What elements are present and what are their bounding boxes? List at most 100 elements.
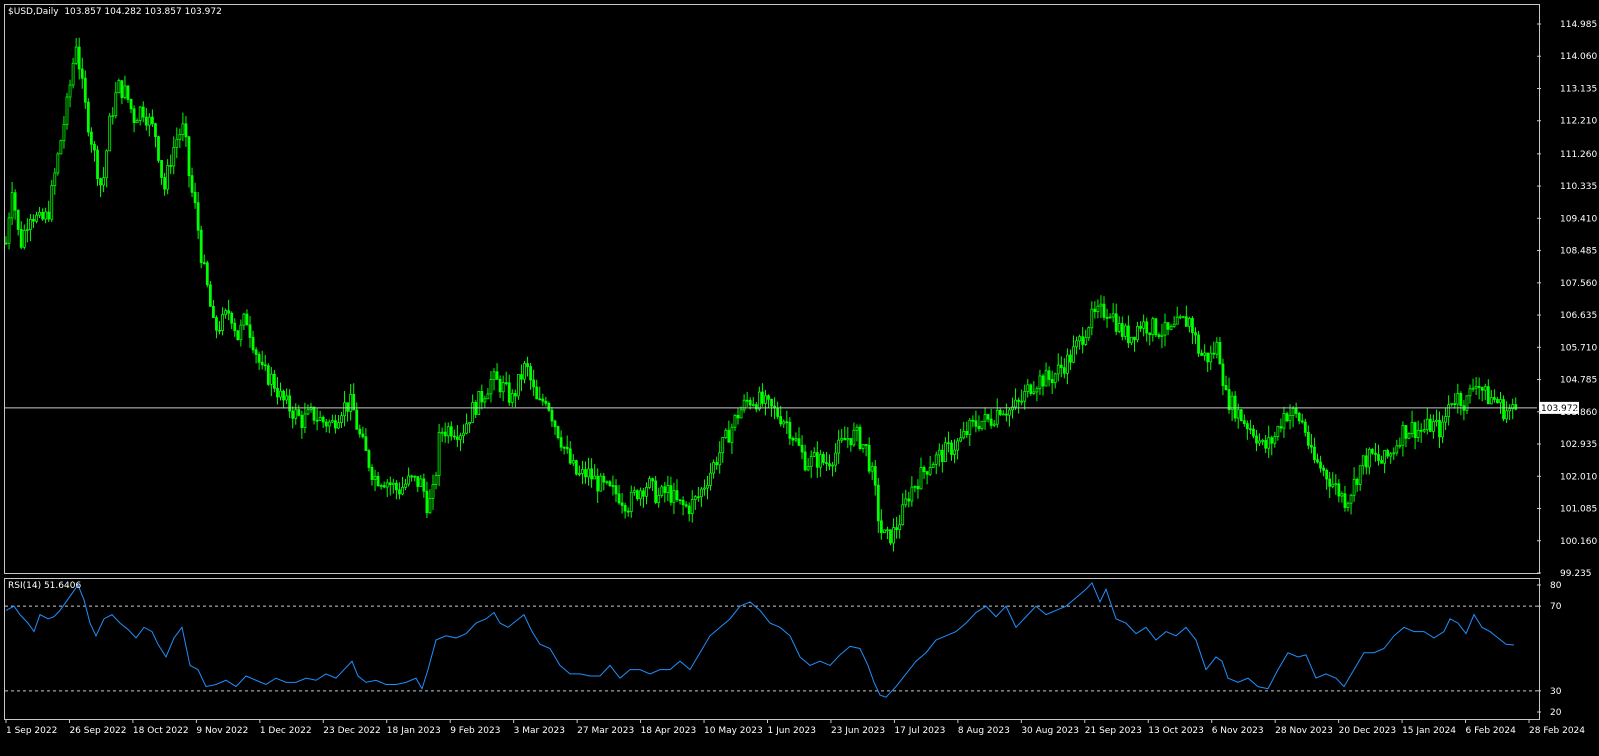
candle-body	[803, 451, 807, 471]
candle-body	[154, 123, 157, 138]
candle-body	[992, 423, 996, 426]
candle-body	[65, 96, 69, 125]
candle-body	[1355, 478, 1359, 485]
time-tick-label: 3 Mar 2023	[514, 726, 565, 736]
candle-body	[791, 437, 795, 441]
candle-body	[678, 499, 682, 502]
candle-body	[883, 529, 886, 534]
price-tick-label: 106.635	[1560, 311, 1597, 321]
candle-body	[492, 371, 496, 381]
candle-body	[879, 520, 883, 534]
candle-body	[1361, 455, 1365, 467]
candle-body	[83, 77, 87, 103]
candle-body	[1316, 459, 1319, 463]
candle-body	[410, 475, 414, 478]
candle-body	[1297, 412, 1301, 422]
candle-body	[333, 420, 337, 429]
candle-body	[343, 402, 346, 417]
candle-body	[1285, 413, 1289, 422]
rsi-axis: 80 70 30 20	[1537, 581, 1562, 718]
price-tick-label: 102.010	[1560, 472, 1597, 482]
candle-body	[242, 313, 246, 326]
candle-body	[806, 466, 810, 471]
time-tick-label: 8 Aug 2023	[958, 726, 1010, 736]
candle-body	[129, 99, 133, 110]
candle-body	[1072, 346, 1075, 363]
candle-body	[843, 437, 847, 441]
candle-body	[785, 421, 789, 424]
candle-body	[416, 476, 420, 487]
candle-body	[846, 438, 850, 441]
candle-body	[1096, 305, 1100, 313]
candle-body	[86, 101, 90, 133]
candle-body	[120, 80, 124, 99]
candle-body	[1282, 413, 1286, 429]
candle-body	[147, 116, 151, 126]
candle-body	[1014, 399, 1017, 408]
candle-body	[32, 218, 35, 222]
candle-body	[1236, 409, 1240, 419]
candle-body	[837, 439, 841, 454]
candle-body	[1404, 425, 1408, 439]
candle-body	[239, 324, 243, 341]
candle-body	[1505, 410, 1508, 420]
candle-body	[1249, 428, 1252, 431]
candle-body	[581, 469, 584, 474]
candle-body	[1496, 399, 1499, 404]
candle-body	[1444, 416, 1447, 423]
candle-body	[291, 410, 295, 419]
candle-body	[4, 242, 8, 245]
candle-body	[382, 485, 386, 488]
candle-body	[1435, 419, 1438, 422]
candle-body	[59, 140, 63, 155]
candle-body	[208, 284, 212, 307]
candle-body	[532, 379, 536, 388]
candle-body	[696, 496, 700, 499]
candle-body	[767, 395, 770, 400]
candle-body	[74, 46, 78, 64]
candle-body	[25, 229, 29, 231]
candle-body	[184, 123, 188, 138]
candle-body	[1331, 483, 1335, 487]
candle-body	[108, 115, 112, 152]
candle-body	[1270, 437, 1274, 444]
candle-body	[1062, 367, 1066, 374]
candle-body	[187, 136, 191, 177]
candle-body	[324, 421, 328, 427]
candle-body	[1352, 478, 1356, 496]
candle-body	[337, 422, 340, 429]
candle-body	[1188, 318, 1191, 327]
close-value: 103.972	[184, 7, 222, 17]
candle-body	[742, 399, 746, 411]
candle-body	[666, 485, 670, 494]
candle-body	[934, 454, 938, 465]
candle-body	[126, 85, 130, 100]
chart-canvas[interactable]: 103.972 114.985 114.060 113.135 112.210 111.…	[0, 0, 1599, 756]
candle-body	[886, 529, 889, 532]
candle-body	[596, 475, 600, 492]
candle-body	[995, 409, 999, 425]
candle-body	[263, 364, 267, 367]
price-tick-label: 103.860	[1560, 408, 1597, 418]
candle-body	[1035, 388, 1039, 393]
candle-body	[989, 418, 993, 426]
candle-body	[587, 468, 590, 478]
candle-body	[788, 421, 792, 439]
candle-body	[651, 478, 654, 482]
candle-body	[138, 106, 142, 121]
candle-body	[1459, 393, 1463, 407]
candle-body	[1005, 413, 1008, 416]
candle-body	[574, 460, 578, 475]
candle-body	[1099, 303, 1103, 307]
candle-body	[1310, 444, 1313, 448]
candle-body	[1502, 399, 1505, 420]
candle-body	[623, 504, 627, 512]
time-tick-label: 9 Feb 2023	[450, 726, 500, 736]
candle-body	[873, 466, 877, 486]
candle-body	[901, 504, 905, 526]
candle-body	[626, 510, 630, 513]
candle-body	[831, 464, 834, 467]
candle-body	[547, 402, 551, 411]
candle-body	[510, 393, 514, 403]
price-tick-label: 104.785	[1560, 376, 1597, 386]
